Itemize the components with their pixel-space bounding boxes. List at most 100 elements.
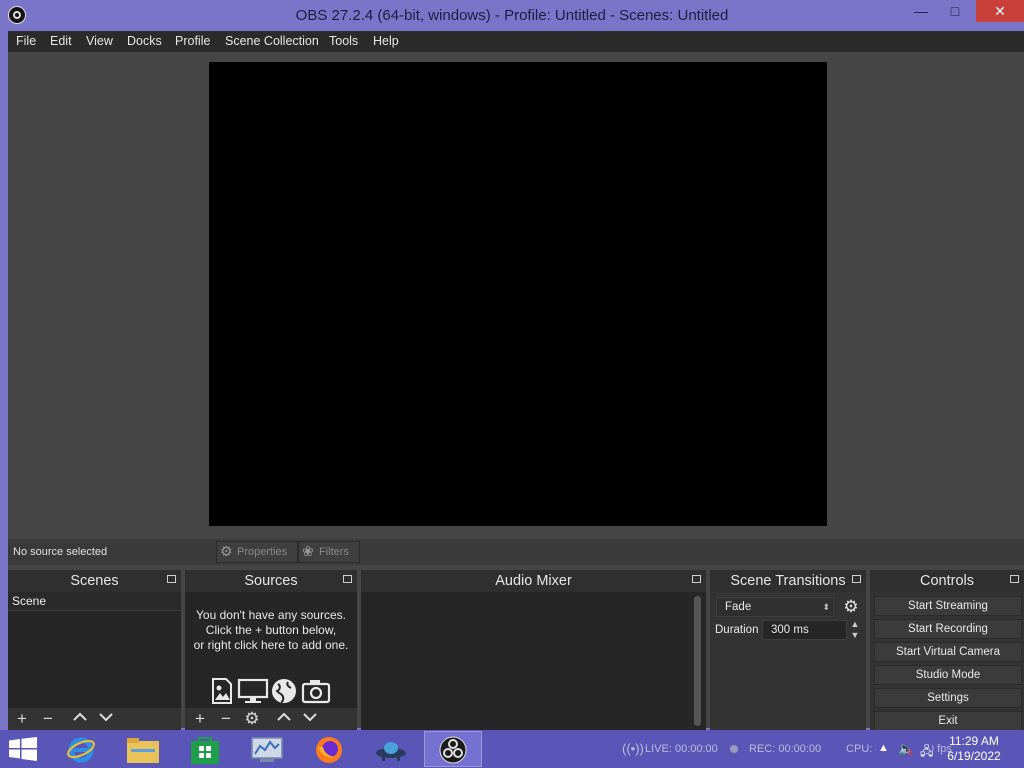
mute-x-icon: ✕ [906, 748, 914, 758]
audio-mixer-scrollbar[interactable] [694, 596, 701, 726]
controls-title: Controls [870, 570, 1024, 592]
monitor-chart-icon [251, 737, 283, 762]
menu-file[interactable]: File [16, 34, 36, 48]
move-source-down-button[interactable] [299, 709, 321, 729]
minimize-button[interactable]: — [904, 0, 938, 22]
menu-help[interactable]: Help [373, 34, 399, 48]
dock-float-icon[interactable] [692, 575, 701, 583]
gear-icon: ⚙ [244, 709, 260, 728]
scenes-dock: Scenes Scene + − [8, 570, 181, 730]
empty-line-3: or right click here to add one. [193, 638, 349, 652]
scenes-title: Scenes [8, 570, 181, 592]
empty-line-2: Click the + button below, [205, 623, 337, 637]
taskbar-obs[interactable] [424, 731, 482, 767]
obs-icon [439, 736, 467, 764]
live-status: LIVE: 00:00:00 [645, 743, 718, 755]
add-source-button[interactable]: + [189, 709, 211, 729]
menu-profile[interactable]: Profile [175, 34, 210, 48]
taskbar-store[interactable] [176, 731, 234, 767]
firefox-icon [316, 737, 342, 763]
dock-float-icon[interactable] [343, 575, 352, 583]
empty-line-1: You don't have any sources. [196, 608, 346, 622]
start-streaming-button[interactable]: Start Streaming [874, 596, 1022, 616]
settings-button[interactable]: Settings [874, 688, 1022, 708]
audio-mixer-body [361, 592, 706, 730]
remove-source-button[interactable]: − [215, 709, 237, 729]
menu-edit[interactable]: Edit [50, 34, 72, 48]
chevron-down-icon [99, 713, 113, 722]
scenes-toolbar: + − [8, 708, 181, 730]
gear-icon: ⚙ [843, 597, 859, 616]
start-virtual-camera-button[interactable]: Start Virtual Camera [874, 642, 1022, 662]
ufo-app-icon [376, 742, 406, 761]
image-source-icon [212, 678, 232, 704]
dock-float-icon[interactable] [167, 575, 176, 583]
folder-icon [127, 738, 159, 763]
dock-float-icon[interactable] [1010, 575, 1019, 583]
duration-label: Duration [715, 624, 759, 636]
add-scene-button[interactable]: + [11, 709, 33, 729]
taskbar-resource-monitor[interactable] [238, 731, 296, 767]
transition-select[interactable]: Fade ⬍ [716, 597, 834, 617]
audio-mixer-dock: Audio Mixer [361, 570, 706, 730]
rec-status: REC: 00:00:00 [749, 743, 822, 755]
controls-dock: Controls Start Streaming Start Recording… [870, 570, 1024, 731]
transition-settings-button[interactable]: ⚙ [841, 597, 861, 617]
remove-scene-button[interactable]: − [37, 709, 59, 729]
taskbar-internet-explorer[interactable] [52, 731, 110, 767]
scene-transitions-title: Scene Transitions [710, 570, 866, 592]
studio-mode-button[interactable]: Studio Mode [874, 665, 1022, 685]
menu-scene-collection[interactable]: Scene Collection [225, 34, 319, 48]
menu-docks[interactable]: Docks [127, 34, 162, 48]
system-tray: ▲ 🔈 ✕ 🖧 [876, 741, 933, 758]
chevron-down-icon [303, 713, 317, 722]
camera-source-icon [301, 680, 331, 704]
source-toolbar: No source selected ⚙ Properties ❀ Filter… [8, 539, 1024, 565]
source-properties-button[interactable]: ⚙ [241, 709, 263, 729]
sources-empty-message: You don't have any sources. Click the + … [185, 608, 357, 653]
network-icon[interactable]: 🖧 [920, 742, 933, 763]
taskbar-app-ufo[interactable] [362, 731, 420, 767]
live-signal-icon: ((•)) [622, 741, 644, 756]
record-dot-icon [730, 745, 738, 753]
taskbar-file-explorer[interactable] [114, 731, 172, 767]
dock-float-icon[interactable] [852, 575, 861, 583]
preview-canvas[interactable] [209, 62, 827, 526]
clock-date: 6/19/2022 [947, 749, 1001, 763]
taskbar: ((•)) LIVE: 00:00:00 REC: 00:00:00 CPU: … [0, 730, 1024, 768]
sources-toolbar: + − ⚙ [185, 708, 357, 730]
move-scene-down-button[interactable] [95, 709, 117, 729]
start-recording-button[interactable]: Start Recording [874, 619, 1022, 639]
duration-down-button[interactable]: ▼ [848, 630, 862, 641]
duration-up-button[interactable]: ▲ [848, 619, 862, 630]
move-scene-up-button[interactable] [69, 709, 91, 729]
close-button[interactable]: ✕ [976, 0, 1024, 22]
spin-arrows-icon: ⬍ [822, 602, 830, 612]
browser-source-globe-icon [272, 679, 296, 703]
display-capture-icon [237, 678, 269, 703]
store-icon [191, 737, 219, 764]
duration-input[interactable]: 300 ms [762, 620, 847, 640]
move-source-up-button[interactable] [273, 709, 295, 729]
sources-dock: Sources You don't have any sources. Clic… [185, 570, 357, 730]
taskbar-clock[interactable]: 11:29 AM 6/19/2022 [942, 734, 1006, 764]
clock-time: 11:29 AM [949, 734, 999, 748]
scene-item[interactable]: Scene [8, 592, 181, 611]
gear-icon: ⚙ [220, 543, 233, 559]
sources-list[interactable]: You don't have any sources. Click the + … [185, 592, 357, 708]
exit-button[interactable]: Exit [874, 711, 1022, 731]
start-button[interactable] [9, 737, 37, 764]
tray-overflow-icon[interactable]: ▲ [878, 742, 889, 754]
maximize-button[interactable]: □ [938, 0, 972, 22]
menu-tools[interactable]: Tools [329, 34, 358, 48]
taskbar-firefox[interactable] [300, 731, 358, 767]
properties-button[interactable]: ⚙ Properties [216, 541, 298, 563]
filters-button[interactable]: ❀ Filters [298, 541, 360, 563]
menu-view[interactable]: View [86, 34, 113, 48]
scene-transitions-dock: Scene Transitions Fade ⬍ ⚙ Duration 300 … [710, 570, 866, 730]
audio-mixer-title: Audio Mixer [361, 570, 706, 592]
windows-logo-icon [9, 737, 37, 761]
transition-selected-value: Fade [725, 601, 752, 613]
scenes-list[interactable]: Scene [8, 592, 181, 708]
filters-label: Filters [319, 546, 349, 558]
